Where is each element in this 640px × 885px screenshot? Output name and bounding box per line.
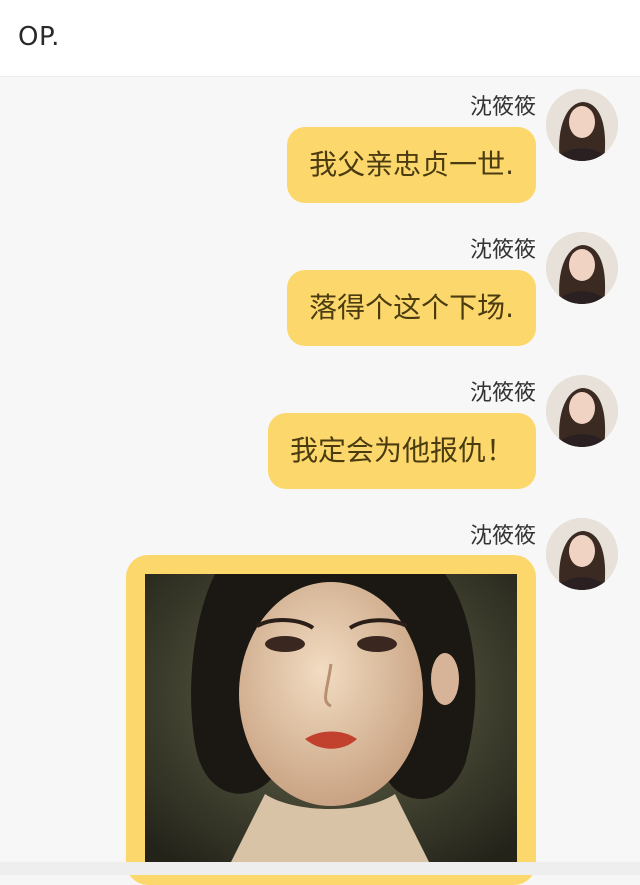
sender-name: 沈筱筱: [469, 95, 536, 120]
message-bubble[interactable]: 落得个这个下场.: [287, 270, 536, 346]
avatar[interactable]: [546, 232, 618, 304]
header-bar: OP.: [0, 0, 640, 77]
chat-area[interactable]: 沈筱筱 我父亲忠贞一世. 沈筱筱 落得个这个下场. 沈筱筱 我定会为他报仇！ 沈…: [0, 77, 640, 885]
sender-name: 沈筱筱: [469, 381, 536, 406]
sender-name: 沈筱筱: [469, 238, 536, 263]
avatar[interactable]: [546, 375, 618, 447]
avatar[interactable]: [546, 89, 618, 161]
page-title: OP.: [18, 22, 60, 52]
message-bubble[interactable]: 我父亲忠贞一世.: [287, 127, 536, 203]
sender-name: 沈筱筱: [469, 524, 536, 549]
bottom-bar: [0, 862, 640, 875]
image-message-bubble[interactable]: [126, 555, 536, 885]
message-bubble[interactable]: 我定会为他报仇！: [267, 413, 536, 489]
avatar[interactable]: [546, 518, 618, 590]
portrait-photo[interactable]: [145, 574, 517, 874]
